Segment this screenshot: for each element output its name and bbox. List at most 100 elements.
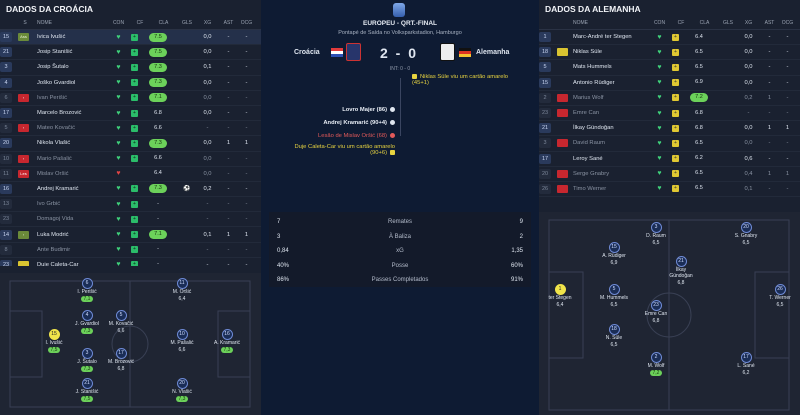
pitch-player[interactable]: 6 I. Perišić 7,1 [70, 278, 104, 302]
player-name[interactable]: Ivo Grbić [35, 201, 106, 207]
header-ocg[interactable]: OCG [779, 20, 796, 26]
pitch-player[interactable]: 10 M. Pašalić 6,6 [165, 329, 199, 353]
player-name[interactable]: Mislav Oršić [35, 171, 106, 177]
header-ast[interactable]: AST [760, 20, 779, 26]
status-badge[interactable] [557, 48, 568, 57]
player-row[interactable]: 16 Andrej Kramarić ♥ +7.3 ⚽ 0,2 - - [0, 182, 261, 198]
status-badge[interactable] [557, 169, 568, 178]
player-name[interactable]: Ante Budimir [35, 247, 106, 253]
event-yel[interactable]: Duje Caleta-Car viu um cartão amarelo (9… [285, 144, 395, 156]
pitch-player[interactable]: 2 M. Wolf 7,2 [639, 352, 673, 376]
player-name[interactable]: Josip Šutalo [35, 64, 106, 70]
pitch-player[interactable]: 17 M. Brozović 6,8 [104, 348, 138, 372]
status-badge[interactable]: ‹ [18, 124, 29, 133]
status-badge[interactable] [18, 260, 29, 266]
player-name[interactable]: Andrej Kramarić [35, 186, 106, 192]
header-cla[interactable]: CLA [149, 20, 178, 26]
player-row[interactable]: 6 ‹ Ivan Perišić ♥ +7.1 0,0 - - [0, 91, 261, 106]
header-con[interactable]: CON [106, 20, 131, 26]
player-row[interactable]: 20 Nikola Vlašić ♥ +7.3 0,0 1 1 [0, 136, 261, 152]
header-cf[interactable]: CF [672, 20, 690, 26]
header-xg[interactable]: XG [196, 20, 219, 26]
player-name[interactable]: Serge Gnabry [571, 171, 647, 177]
player-name[interactable]: Ivan Perišić [35, 95, 106, 101]
player-row[interactable]: 20 Serge Gnabry ♥ +6.5 0,4 1 1 [539, 167, 800, 182]
player-row[interactable]: 21 Josip Stanišić ♥ +7.5 0,0 - - [0, 45, 261, 61]
player-name[interactable]: Ivica Ivušić [35, 34, 106, 40]
header-con[interactable]: CON [647, 20, 672, 26]
status-badge[interactable]: Ass [18, 33, 29, 42]
player-name[interactable]: Emre Can [571, 110, 647, 116]
player-name[interactable]: Niklas Süle [571, 49, 647, 55]
player-name[interactable]: Luka Modrić [35, 232, 106, 238]
pitch-player[interactable]: 20 S. Gnabry 6,5 [729, 222, 763, 246]
player-row[interactable]: 23 Duje Caleta-Car ♥ + - - - - [0, 258, 261, 266]
header-gls[interactable]: GLS [178, 20, 196, 26]
header-gls[interactable]: GLS [719, 20, 737, 26]
pitch-player[interactable]: 18 N. Süle 6,5 [597, 324, 631, 348]
player-name[interactable]: Marcelo Brozović [35, 110, 106, 116]
player-name[interactable]: Mario Pašalić [35, 156, 106, 162]
status-badge[interactable]: › [18, 230, 29, 239]
status-badge[interactable] [557, 109, 568, 118]
player-name[interactable]: Duje Caleta-Car [35, 262, 106, 266]
player-row[interactable]: 5 ‹ Mateo Kovačić ♥ +6.6 - - - [0, 121, 261, 137]
pitch-player[interactable]: 4 J. Gvardiol 7,3 [70, 310, 104, 334]
player-row[interactable]: 14 › Luka Modrić ♥ +7.1 0,1 1 1 [0, 227, 261, 243]
player-name[interactable]: Leroy Sané [571, 156, 647, 162]
status-badge[interactable] [557, 139, 568, 148]
player-row[interactable]: 8 Ante Budimir ♥ + - - - - [0, 243, 261, 258]
pitch-player[interactable]: 5 M. Kovačić 6,6 [104, 310, 138, 334]
header-s[interactable]: S [18, 20, 32, 26]
pitch-player[interactable]: 3 D. Raum 6,5 [639, 222, 673, 246]
status-badge[interactable]: Les [18, 169, 29, 178]
header-xg[interactable]: XG [737, 20, 760, 26]
pitch-player[interactable]: 16 A. Kramarić 7,3 [210, 329, 244, 353]
player-name[interactable]: Timo Werner [571, 186, 647, 192]
player-row[interactable]: 10 ‹ Mario Pašalić ♥ +6.6 0,0 - - [0, 152, 261, 167]
player-row[interactable]: 17 Marcelo Brozović ♥ +6.8 0,0 - - [0, 106, 261, 122]
player-name[interactable]: Josip Stanišić [35, 49, 106, 55]
player-name[interactable]: Marc-André ter Stegen [571, 34, 647, 40]
player-name[interactable]: David Raum [571, 140, 647, 146]
pitch-player[interactable]: 17 L. Sané 6,2 [729, 352, 763, 376]
player-row[interactable]: 15 Antonio Rüdiger ♥ +6.9 0,0 - - [539, 76, 800, 91]
player-name[interactable]: Antonio Rüdiger [571, 80, 647, 86]
player-row[interactable]: 4 Joško Gvardiol ♥ +7.3 0,0 - - [0, 76, 261, 91]
player-name[interactable]: Joško Gvardiol [35, 80, 106, 86]
pitch-player[interactable]: 15 I. Ivušić 7,5 [37, 329, 71, 353]
header-cf[interactable]: CF [131, 20, 149, 26]
event-red[interactable]: Lesão de Mislav Oršić (68) [318, 133, 395, 139]
pitch-player[interactable]: 3 J. Šutalo 7,3 [70, 348, 104, 372]
event-yellow-card[interactable]: Niklas Süle viu um cartão amarelo (45+1) [412, 74, 522, 86]
team2-name[interactable]: Alemanha [476, 49, 509, 56]
player-row[interactable]: 13 Ivo Grbić ♥ + - - - - [0, 197, 261, 213]
player-row[interactable]: 23 Emre Can ♥ +6.8 - - - [539, 106, 800, 122]
status-badge[interactable] [557, 93, 568, 102]
team1-name[interactable]: Croácia [294, 49, 320, 56]
pitch-player[interactable]: 23 Emre Can 6,8 [639, 300, 673, 324]
pitch-player[interactable]: 20 N. Vlašić 7,3 [165, 378, 199, 402]
header-ocg[interactable]: OCG [238, 20, 255, 26]
pitch-player[interactable]: 11 M. Oršić 6,4 [165, 278, 199, 302]
event-ball[interactable]: Andrej Kramarić (90+4) [323, 120, 395, 126]
player-row[interactable]: 5 Mats Hummels ♥ +6.5 0,0 - - [539, 60, 800, 76]
player-row[interactable]: 15 Ass Ivica Ivušić ♥ +7.5 0,0 - - [0, 30, 261, 46]
pitch-player[interactable]: 15 A. Rüdiger 6,9 [597, 242, 631, 266]
event-ball[interactable]: Lovro Majer (86) [342, 107, 395, 113]
pitch-player[interactable]: 26 T. Werner 6,5 [763, 284, 797, 308]
player-row[interactable]: 3 David Raum ♥ +6.5 0,0 - - [539, 136, 800, 152]
player-row[interactable]: 26 Timo Werner ♥ +6.5 0,1 - - [539, 182, 800, 198]
player-name[interactable]: Mateo Kovačić [35, 125, 106, 131]
player-name[interactable]: Domagoj Vida [35, 216, 106, 222]
header-name[interactable]: NOME [571, 20, 647, 26]
status-badge[interactable]: ‹ [18, 154, 29, 163]
player-row[interactable]: 3 Josip Šutalo ♥ +7.3 0,1 - - [0, 60, 261, 76]
player-name[interactable]: Nikola Vlašić [35, 140, 106, 146]
player-row[interactable]: 11 Les Mislav Oršić ♥ 6.4 0,0 - - [0, 167, 261, 182]
player-row[interactable]: 2 Marius Wolf ♥ +7.2 0,2 1 - [539, 91, 800, 106]
pitch-player[interactable]: 21 İlkay Gündoğan 6,8 [664, 256, 698, 286]
header-cla[interactable]: CLA [690, 20, 719, 26]
pitch-player[interactable]: 1 ter Stegen 6,4 [543, 284, 577, 308]
status-badge[interactable] [557, 184, 568, 193]
